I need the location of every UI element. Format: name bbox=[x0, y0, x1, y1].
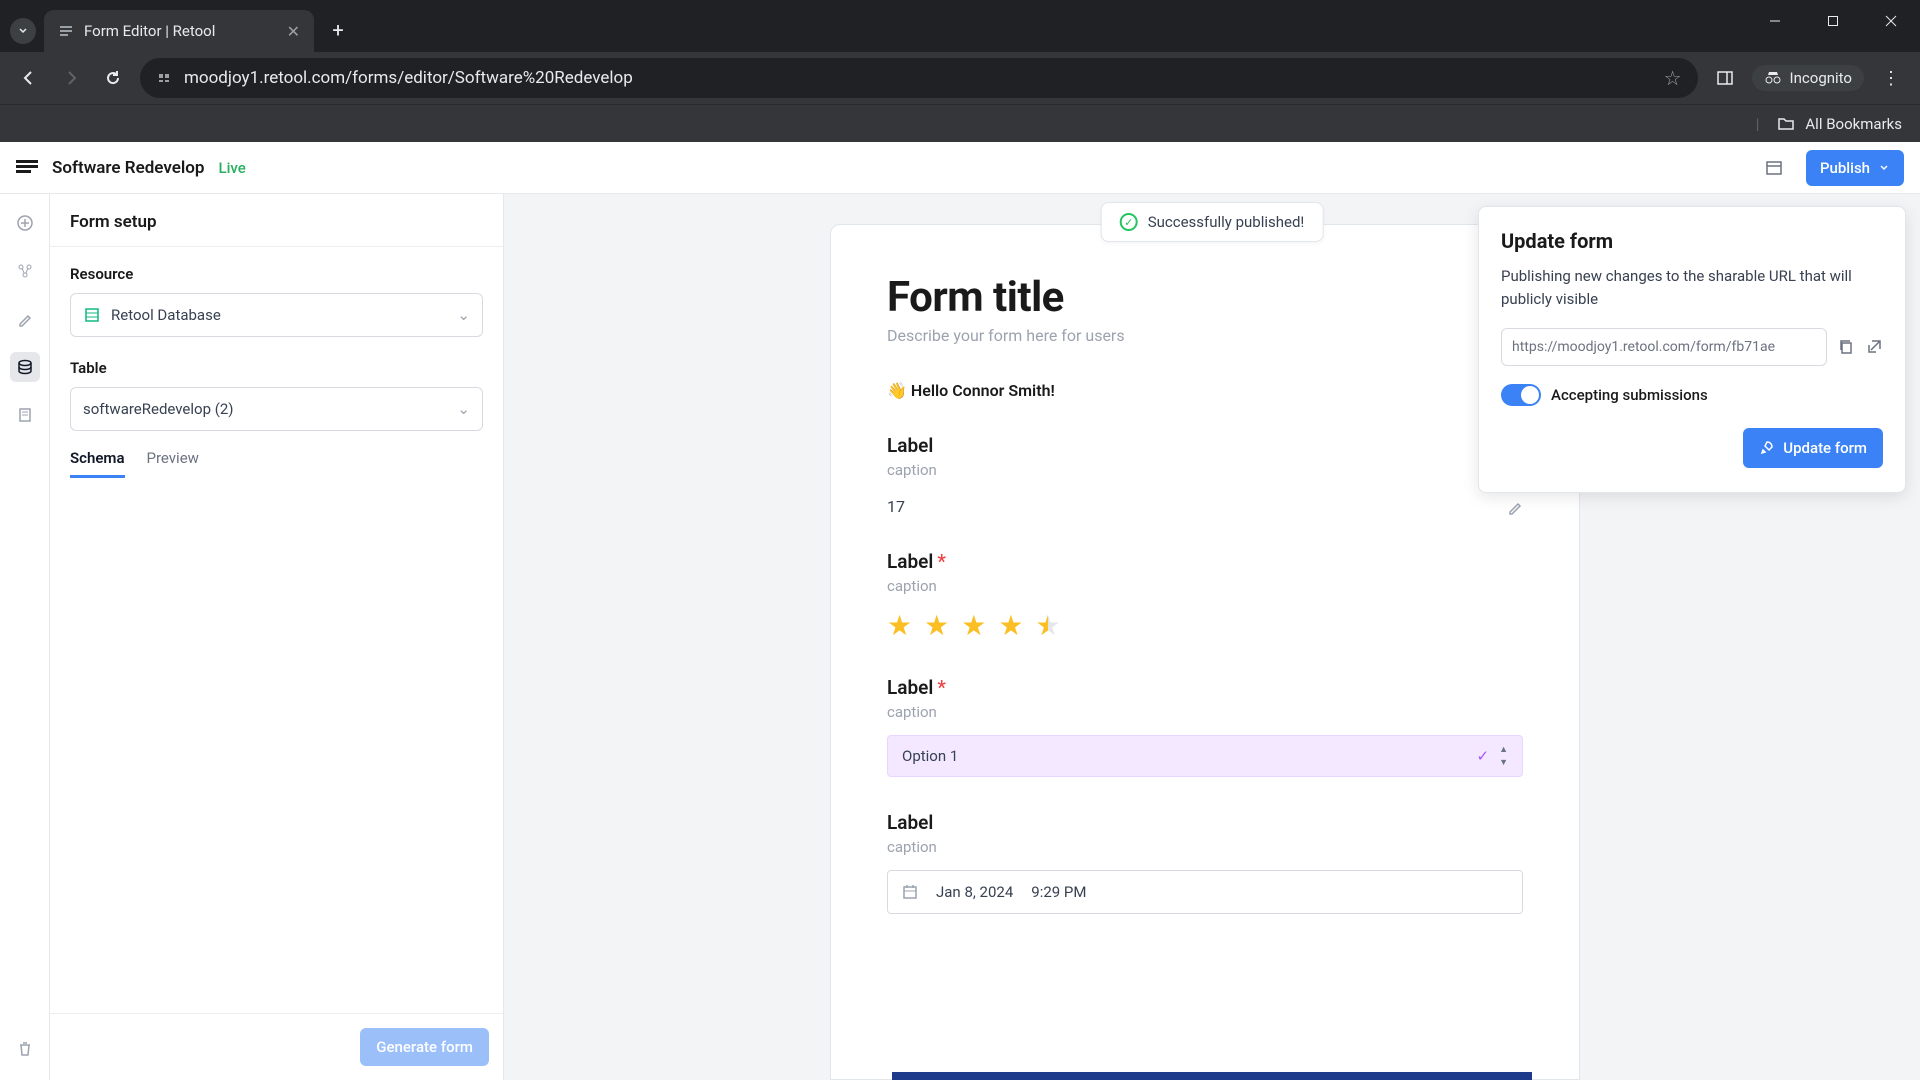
form-preview-card: Form title Describe your form here for u… bbox=[830, 224, 1580, 1080]
star-icon[interactable]: ★ bbox=[924, 609, 949, 642]
form-field-number[interactable]: Label caption 17 bbox=[887, 434, 1523, 516]
wave-icon: 👋 bbox=[887, 381, 907, 400]
rail-add-button[interactable] bbox=[10, 208, 40, 238]
incognito-icon bbox=[1764, 69, 1782, 87]
app-title: Software Redevelop bbox=[52, 158, 204, 178]
bookmarks-divider: | bbox=[1756, 115, 1760, 133]
edit-icon[interactable] bbox=[1507, 499, 1523, 515]
reload-button[interactable] bbox=[98, 63, 128, 93]
resource-label: Resource bbox=[70, 265, 483, 283]
new-tab-button[interactable]: + bbox=[320, 12, 356, 48]
select-input[interactable]: Option 1 ✓ ▲▼ bbox=[887, 735, 1523, 777]
select-value: Option 1 bbox=[902, 747, 958, 765]
update-form-button[interactable]: Update form bbox=[1743, 428, 1883, 468]
retool-logo-icon[interactable] bbox=[16, 160, 38, 176]
toast-success: ✓ Successfully published! bbox=[1101, 202, 1324, 242]
bottom-stripe bbox=[892, 1072, 1532, 1080]
datetime-input[interactable]: Jan 8, 2024 9:29 PM bbox=[887, 870, 1523, 914]
rocket-icon bbox=[1759, 440, 1775, 456]
required-icon: * bbox=[937, 550, 946, 573]
check-icon: ✓ bbox=[1120, 213, 1138, 231]
accepting-submissions-toggle[interactable] bbox=[1501, 384, 1541, 406]
publish-label: Publish bbox=[1820, 159, 1870, 177]
stepper-icon[interactable]: ▲▼ bbox=[1499, 744, 1508, 768]
rating-stars[interactable]: ★ ★ ★ ★ ★ bbox=[887, 609, 1523, 642]
incognito-badge[interactable]: Incognito bbox=[1752, 65, 1864, 91]
check-icon: ✓ bbox=[1477, 747, 1490, 765]
bookmark-star-icon[interactable]: ☆ bbox=[1664, 66, 1682, 90]
address-bar[interactable]: moodjoy1.retool.com/forms/editor/Softwar… bbox=[140, 58, 1698, 98]
chevron-down-icon: ⌄ bbox=[457, 306, 470, 324]
back-button[interactable] bbox=[14, 63, 44, 93]
status-badge: Live bbox=[218, 159, 245, 177]
date-value: Jan 8, 2024 bbox=[936, 883, 1013, 901]
table-value: softwareRedevelop (2) bbox=[83, 400, 234, 418]
tab-search-button[interactable] bbox=[10, 18, 36, 44]
time-value: 9:29 PM bbox=[1031, 883, 1086, 901]
external-link-icon[interactable] bbox=[1865, 338, 1883, 356]
tab-favicon bbox=[58, 23, 74, 39]
copy-icon[interactable] bbox=[1837, 338, 1855, 356]
required-icon: * bbox=[937, 676, 946, 699]
chrome-menu-button[interactable]: ⋮ bbox=[1876, 63, 1906, 93]
tab-preview[interactable]: Preview bbox=[147, 449, 199, 478]
form-field-datetime[interactable]: Label caption Jan 8, 2024 9:29 PM bbox=[887, 811, 1523, 914]
publish-popover: Update form Publishing new changes to th… bbox=[1478, 206, 1906, 493]
side-panel-button[interactable] bbox=[1710, 63, 1740, 93]
close-window-button[interactable] bbox=[1862, 0, 1920, 42]
form-field-select[interactable]: Label* caption Option 1 ✓ ▲▼ bbox=[887, 676, 1523, 777]
tab-title: Form Editor | Retool bbox=[84, 22, 277, 40]
incognito-label: Incognito bbox=[1790, 69, 1852, 87]
popover-title: Update form bbox=[1501, 229, 1883, 253]
rail-docs-button[interactable] bbox=[10, 400, 40, 430]
panel-toggle-button[interactable] bbox=[1756, 150, 1792, 186]
form-description[interactable]: Describe your form here for users bbox=[887, 326, 1523, 345]
forward-button[interactable] bbox=[56, 63, 86, 93]
star-icon[interactable]: ★ bbox=[961, 609, 986, 642]
table-select[interactable]: softwareRedevelop (2) ⌄ bbox=[70, 387, 483, 431]
minimize-button[interactable] bbox=[1746, 0, 1804, 42]
resource-select[interactable]: Retool Database ⌄ bbox=[70, 293, 483, 337]
calendar-icon bbox=[902, 884, 918, 900]
greeting-label: Hello Connor Smith! bbox=[911, 381, 1055, 400]
toast-text: Successfully published! bbox=[1148, 213, 1305, 231]
site-info-icon[interactable] bbox=[156, 70, 172, 86]
rail-delete-button[interactable] bbox=[10, 1034, 40, 1064]
rail-theme-button[interactable] bbox=[10, 304, 40, 334]
star-icon[interactable]: ★ bbox=[887, 609, 912, 642]
form-field-rating[interactable]: Label* caption ★ ★ ★ ★ ★ bbox=[887, 550, 1523, 642]
popover-description: Publishing new changes to the sharable U… bbox=[1501, 265, 1883, 310]
greeting-text: 👋 Hello Connor Smith! bbox=[887, 381, 1523, 400]
generate-form-button[interactable]: Generate form bbox=[360, 1028, 489, 1066]
field-value: 17 bbox=[887, 497, 905, 516]
url-text: moodjoy1.retool.com/forms/editor/Softwar… bbox=[184, 68, 633, 88]
star-icon[interactable]: ★ bbox=[998, 609, 1023, 642]
database-icon bbox=[83, 306, 101, 324]
resource-value: Retool Database bbox=[111, 306, 221, 324]
sidebar-title: Form setup bbox=[50, 194, 503, 247]
rail-integrations-button[interactable] bbox=[10, 256, 40, 286]
rail-data-button[interactable] bbox=[10, 352, 40, 382]
form-title[interactable]: Form title bbox=[887, 273, 1523, 322]
table-label: Table bbox=[70, 359, 483, 377]
toggle-label: Accepting submissions bbox=[1551, 386, 1708, 404]
close-tab-icon[interactable]: ✕ bbox=[287, 22, 300, 41]
maximize-button[interactable] bbox=[1804, 0, 1862, 42]
chevron-down-icon: ⌄ bbox=[457, 400, 470, 418]
publish-button[interactable]: Publish bbox=[1806, 150, 1904, 186]
share-url-input[interactable]: https://moodjoy1.retool.com/form/fb71ae bbox=[1501, 328, 1827, 366]
folder-icon bbox=[1777, 115, 1795, 133]
all-bookmarks-button[interactable]: All Bookmarks bbox=[1805, 115, 1902, 133]
chevron-down-icon bbox=[1878, 162, 1890, 174]
browser-tab[interactable]: Form Editor | Retool ✕ bbox=[44, 10, 314, 52]
star-half-icon[interactable]: ★ bbox=[1035, 609, 1060, 642]
tab-schema[interactable]: Schema bbox=[70, 449, 125, 478]
